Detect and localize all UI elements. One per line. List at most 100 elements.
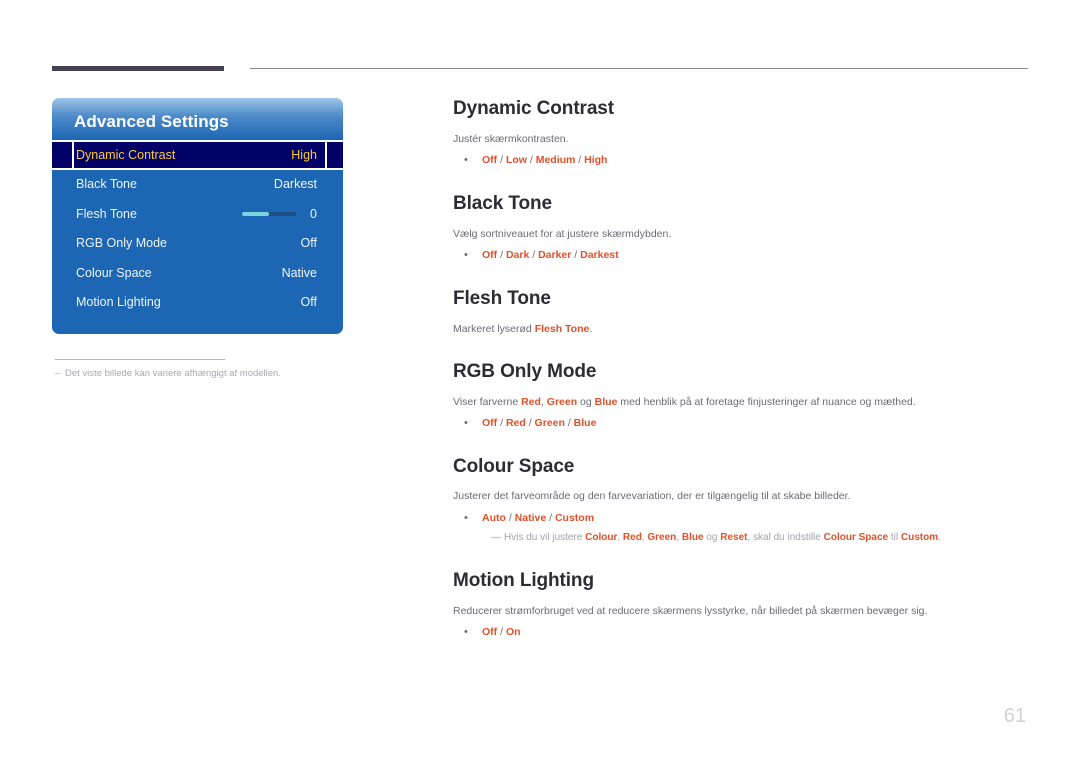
option-separator: / (546, 511, 555, 524)
osd-menu-item[interactable]: RGB Only Mode Off (52, 229, 343, 259)
option-value: On (505, 625, 521, 638)
section-description: Viser farverne Red, Green og Blue med he… (453, 395, 1033, 409)
osd-panel-title: Advanced Settings (74, 112, 229, 131)
option-value: Red (505, 416, 526, 429)
option-separator: / (497, 154, 506, 167)
osd-item-label: Flesh Tone (76, 206, 137, 221)
osd-item-label: RGB Only Mode (76, 236, 168, 251)
osd-menu-item[interactable]: Colour Space Native (52, 258, 343, 288)
section-description: Reducerer strømforbruget ved at reducere… (453, 604, 928, 617)
option-value: Darker (538, 248, 572, 261)
section-options: • Off / On (453, 625, 1033, 640)
option-separator: / (497, 416, 506, 429)
desc-part-3: og (577, 395, 595, 408)
option-value: Off (482, 416, 498, 429)
osd-item-value: 0 (310, 206, 317, 221)
option-value: Off (482, 248, 498, 261)
option-value: Off (482, 154, 498, 167)
osd-menu-item[interactable]: Black Tone Darkest (52, 170, 343, 200)
section-options: • Off / Red / Green / Blue (453, 416, 1033, 431)
section-black-tone: Black Tone Vælg sortniveauet for at just… (453, 193, 1033, 263)
option-value: Green (534, 416, 565, 429)
option-list: Off / Dark / Darker / Darkest (482, 248, 1033, 262)
osd-item-value: Off (300, 236, 317, 251)
subnote-p6: , skal du indstille (747, 532, 824, 544)
section-subnote: — Hvis du vil justere Colour, Red, Green… (453, 531, 1033, 545)
bullet-icon: • (464, 625, 468, 638)
desc-part-1: Viser farverne (453, 395, 522, 408)
documentation-column: Dynamic Contrast Justér skærmkontrasten.… (453, 98, 1033, 640)
subnote-b4: Blue (681, 532, 704, 544)
option-list: Off / On (482, 625, 1033, 639)
option-list: Auto / Native / Custom (482, 511, 1033, 525)
subnote-b7: Custom (900, 532, 939, 544)
option-value: High (584, 154, 608, 167)
option-separator: / (525, 416, 535, 429)
section-colour-space: Colour Space Justerer det farveområde og… (453, 456, 1033, 545)
osd-menu-panel: Advanced Settings Dynamic Contrast High Bl… (52, 98, 343, 334)
option-value: Low (505, 154, 527, 167)
footnote-text: Det viste billede kan variere afhængigt … (65, 368, 281, 379)
osd-menu-list: Dynamic Contrast High Black Tone Darkest Fle… (52, 140, 343, 317)
option-separator: / (526, 154, 536, 167)
subnote-p5: og (703, 532, 721, 544)
desc-highlight-red: Red (521, 395, 541, 408)
bullet-icon: • (464, 416, 468, 429)
osd-slider[interactable] (242, 211, 297, 216)
option-value: Darkest (580, 248, 619, 261)
option-value: Auto (482, 511, 506, 524)
subnote-p1: Hvis du vil justere (504, 532, 586, 544)
osd-menu-item[interactable]: Dynamic Contrast High (52, 140, 343, 170)
footnote-divider (55, 359, 225, 360)
section-options: • Off / Low / Medium / High (453, 153, 1033, 168)
section-rgb-only-mode: RGB Only Mode Viser farverne Red, Green … (453, 361, 1033, 431)
section-options: • Auto / Native / Custom (453, 511, 1033, 526)
option-separator: / (564, 416, 574, 429)
option-separator: / (505, 511, 515, 524)
option-separator: / (497, 248, 506, 261)
osd-menu-item[interactable]: Motion Lighting Off (52, 288, 343, 318)
subnote-b6: Colour Space (823, 532, 889, 544)
section-heading: Dynamic Contrast (453, 98, 614, 119)
footnote: – Det viste billede kan variere afhængigt… (55, 368, 355, 379)
section-description: Markeret lyserød Flesh Tone. (453, 322, 1033, 336)
desc-part-4: med henblik på at foretage finjusteringe… (617, 395, 916, 408)
option-list: Off / Red / Green / Blue (482, 416, 1033, 430)
option-value: Blue (573, 416, 597, 429)
header-divider-line (250, 68, 1028, 69)
osd-item-label: Black Tone (76, 177, 137, 192)
subnote-p7: til (888, 532, 901, 544)
desc-highlight-blue: Blue (594, 395, 618, 408)
bullet-icon: • (464, 154, 468, 167)
manual-page: Advanced Settings Dynamic Contrast High Bl… (0, 0, 1080, 763)
section-motion-lighting: Motion Lighting Reducerer strømforbruget… (453, 570, 1033, 640)
section-heading: RGB Only Mode (453, 360, 597, 382)
option-value: Medium (535, 154, 576, 167)
subnote-b3: Green (647, 532, 677, 544)
osd-slider-fill (242, 211, 270, 216)
section-heading: Motion Lighting (453, 569, 594, 591)
option-value: Dark (505, 248, 530, 261)
desc-text-pre: Markeret lyserød (453, 322, 535, 335)
option-list: Off / Low / Medium / High (482, 153, 1033, 167)
osd-item-label: Motion Lighting (76, 295, 161, 310)
option-separator: / (497, 625, 506, 638)
section-heading: Colour Space (453, 455, 575, 477)
subnote-b2: Red (622, 532, 642, 544)
osd-item-label: Dynamic Contrast (76, 147, 176, 162)
osd-item-label: Colour Space (76, 265, 152, 280)
osd-item-value: Native (281, 265, 317, 280)
osd-item-value: High (291, 147, 317, 162)
section-heading: Flesh Tone (453, 287, 551, 309)
desc-highlight: Flesh Tone (534, 322, 590, 335)
osd-menu-item[interactable]: Flesh Tone 0 (52, 199, 343, 229)
section-description: Vælg sortniveauet for at justere skærmdy… (453, 227, 672, 240)
subnote-b1: Colour (585, 532, 618, 544)
osd-item-value: Off (300, 295, 317, 310)
section-description: Justerer det farveområde og den farvevar… (453, 490, 851, 503)
option-separator: / (575, 154, 585, 167)
subnote-text: Hvis du vil justere Colour, Red, Green, … (504, 531, 941, 545)
desc-highlight-green: Green (546, 395, 578, 408)
osd-item-value: Darkest (273, 177, 317, 192)
option-value: Custom (554, 511, 595, 524)
